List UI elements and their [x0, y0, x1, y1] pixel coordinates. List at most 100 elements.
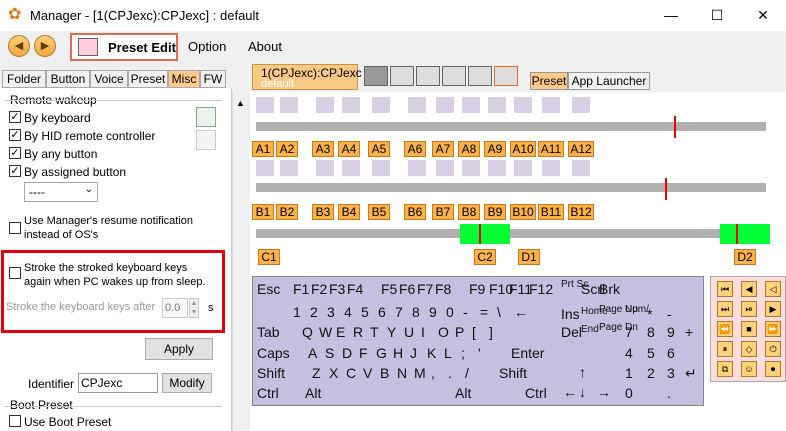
key-4-r5[interactable]: V: [363, 364, 372, 382]
canvas-tab[interactable]: 1(CPJexc):CPJexc default: [252, 64, 362, 90]
close-button[interactable]: ✕: [740, 0, 786, 31]
scroll-up-icon[interactable]: ▲: [236, 98, 245, 108]
numpad-key-1[interactable]: *: [647, 305, 652, 323]
tab-preset[interactable]: Preset: [128, 70, 168, 88]
tab-misc[interactable]: Misc: [168, 70, 200, 88]
label-b9[interactable]: B9: [484, 204, 506, 220]
media-button-5-icon[interactable]: ⏯: [741, 301, 757, 317]
nav-key-2[interactable]: Brk: [599, 280, 620, 298]
key-3-r6[interactable]: Ctrl: [525, 384, 547, 402]
label-b5[interactable]: B5: [368, 204, 390, 220]
by-assigned-button-checkbox[interactable]: ✓: [9, 165, 21, 177]
numpad-key-4[interactable]: 8: [647, 323, 655, 341]
menu-option[interactable]: Option: [188, 39, 226, 54]
canvas-tool-2-icon[interactable]: [390, 66, 414, 86]
label-b7[interactable]: B7: [432, 204, 454, 220]
nav-key-3[interactable]: Ins: [561, 305, 580, 323]
label-b2[interactable]: B2: [276, 204, 298, 220]
numpad-key-11[interactable]: 2: [647, 364, 655, 382]
key-2-r3[interactable]: W: [319, 323, 332, 341]
key-1-r3[interactable]: Q: [302, 323, 313, 341]
label-b8[interactable]: B8: [458, 204, 480, 220]
key-2-r5[interactable]: X: [329, 364, 338, 382]
key-6-r3[interactable]: Y: [387, 323, 396, 341]
tab-fw[interactable]: FW: [200, 70, 226, 88]
key-0-r4[interactable]: Caps: [257, 344, 290, 362]
media-button-15-icon[interactable]: ⏺: [765, 361, 781, 377]
numpad-key-3[interactable]: 7: [625, 323, 633, 341]
maximize-button[interactable]: ☐: [694, 0, 740, 31]
media-button-8-icon[interactable]: ■: [741, 321, 757, 337]
media-button-10-icon[interactable]: ⏸: [717, 341, 733, 357]
left-scrollbar[interactable]: ▲: [232, 92, 248, 431]
by-any-button-checkbox[interactable]: ✓: [9, 147, 21, 159]
nav-key-6[interactable]: Del: [561, 323, 582, 341]
media-button-9-icon[interactable]: ⏩: [765, 321, 781, 337]
assigned-button-select[interactable]: ---- ⌄: [24, 182, 98, 202]
label-d2[interactable]: D2: [734, 249, 756, 265]
marker-a[interactable]: [674, 116, 676, 138]
key-4-r1[interactable]: F4: [347, 280, 363, 298]
label-b1[interactable]: B1: [252, 204, 274, 220]
key-3-r5[interactable]: C: [346, 364, 356, 382]
key-2-r4[interactable]: S: [325, 344, 334, 362]
media-button-6-icon[interactable]: ▶: [765, 301, 781, 317]
key-12-r1[interactable]: F12: [529, 280, 553, 298]
label-a12[interactable]: A12: [568, 141, 594, 157]
label-b4[interactable]: B4: [338, 204, 360, 220]
numpad-key-2[interactable]: -: [667, 305, 672, 323]
key-0-r3[interactable]: Tab: [257, 323, 280, 341]
key-9-r2[interactable]: 0: [446, 303, 454, 321]
label-a3[interactable]: A3: [312, 141, 334, 157]
media-button-4-icon[interactable]: ⏭: [717, 301, 733, 317]
key-6-r4[interactable]: H: [393, 344, 403, 362]
label-c1[interactable]: C1: [258, 249, 280, 265]
forward-arrow-icon[interactable]: ▶: [34, 35, 56, 57]
canvas-tool-3-icon[interactable]: [416, 66, 440, 86]
key-4-r2[interactable]: 5: [361, 303, 369, 321]
label-a11[interactable]: A11: [538, 141, 564, 157]
key-7-r2[interactable]: 8: [412, 303, 420, 321]
media-button-3-icon[interactable]: ◁: [765, 281, 781, 297]
key-8-r4[interactable]: K: [427, 344, 436, 362]
key-7-r3[interactable]: U: [404, 323, 414, 341]
numpad-key-9[interactable]: 6: [667, 344, 675, 362]
key-7-r1[interactable]: F7: [417, 280, 433, 298]
numpad-key-13[interactable]: ↵: [685, 364, 697, 382]
key-12-r4[interactable]: Enter: [511, 344, 544, 362]
key-11-r5[interactable]: Shift: [499, 364, 527, 382]
label-a4[interactable]: A4: [338, 141, 360, 157]
label-b11[interactable]: B11: [538, 204, 564, 220]
label-a5[interactable]: A5: [368, 141, 390, 157]
key-5-r2[interactable]: 6: [378, 303, 386, 321]
key-10-r3[interactable]: P: [455, 323, 464, 341]
nav-key-10[interactable]: ←: [563, 383, 577, 401]
nav-key-7[interactable]: End: [581, 325, 599, 335]
d2-range[interactable]: [720, 224, 770, 244]
key-9-r4[interactable]: L: [444, 344, 452, 362]
label-a6[interactable]: A6: [404, 141, 426, 157]
key-0-r5[interactable]: Shift: [257, 364, 285, 382]
tab-folder[interactable]: Folder: [2, 70, 46, 88]
marker-d[interactable]: [736, 224, 738, 244]
key-4-r3[interactable]: R: [353, 323, 363, 341]
key-5-r1[interactable]: F5: [381, 280, 397, 298]
key-8-r5[interactable]: ,: [431, 364, 435, 382]
label-a9[interactable]: A9: [484, 141, 506, 157]
key-2-r1[interactable]: F2: [311, 280, 327, 298]
nav-key-9[interactable]: ↑: [579, 363, 586, 381]
key-3-r4[interactable]: D: [342, 344, 352, 362]
spinner-icon[interactable]: ▲ ▼: [189, 298, 199, 318]
minimize-button[interactable]: —: [648, 0, 694, 31]
label-a8[interactable]: A8: [458, 141, 480, 157]
key-12-r2[interactable]: \: [497, 303, 501, 321]
media-button-1-icon[interactable]: ⏮: [717, 281, 733, 297]
key-0-r6[interactable]: Ctrl: [257, 384, 279, 402]
key-11-r2[interactable]: =: [480, 303, 488, 321]
canvas-tool-5-icon[interactable]: [468, 66, 492, 86]
key-10-r4[interactable]: ;: [461, 344, 465, 362]
label-a10[interactable]: A10: [510, 141, 536, 157]
key-1-r6[interactable]: Alt: [305, 384, 321, 402]
menu-about[interactable]: About: [248, 39, 282, 54]
preset-edit-button[interactable]: Preset Edit: [70, 33, 178, 61]
